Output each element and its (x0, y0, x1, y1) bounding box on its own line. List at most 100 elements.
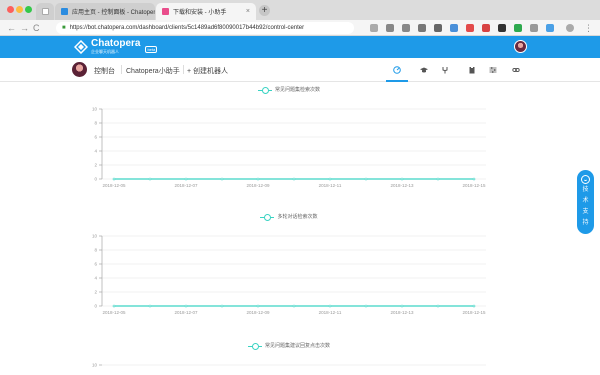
logo-text: Chatopera (91, 38, 141, 49)
breadcrumb-bot-name[interactable]: Chatopera小助手 (126, 66, 180, 76)
x-tick-label: 2018-12-09 (246, 310, 270, 315)
x-tick-label: 2018-12-05 (102, 310, 126, 315)
y-tick-label: 2 (94, 163, 97, 168)
line-chart: 10 8 6 4 2 0 2018-12-05 2018-12-07 2018-12-09 201… (92, 107, 486, 188)
address-bar-url: https://bot.chatopera.com/dashboard/clie… (69, 25, 305, 31)
browser-tab-blank[interactable] (36, 3, 54, 20)
lock-icon: ■ (62, 25, 66, 31)
chart-legend[interactable]: 常见问题集检索次数 (88, 86, 490, 94)
x-tick-label: 2018-12-15 (462, 310, 486, 315)
extension-icon[interactable] (466, 24, 474, 32)
bot-avatar (72, 62, 87, 77)
y-tick-label: 4 (94, 149, 97, 154)
bookmark-star-icon[interactable] (370, 24, 378, 32)
extension-icon[interactable] (450, 24, 458, 32)
data-point (364, 177, 368, 181)
dashboard-icon[interactable] (391, 64, 403, 75)
y-tick-label: 0 (94, 304, 97, 309)
browser-tab-title: 下载和安装 - 小助手 (173, 10, 227, 16)
data-point (184, 177, 188, 181)
tech-support-button[interactable]: 技 术 支 持 (577, 170, 594, 234)
x-tick-label: 2018-12-15 (462, 183, 486, 188)
extension-icon[interactable] (434, 24, 442, 32)
tab-favicon-icon (162, 8, 169, 15)
y-tick-label: 2 (94, 290, 97, 295)
legend-label: 多轮对话检索次数 (277, 214, 318, 220)
fork-icon[interactable] (439, 64, 451, 75)
x-tick-label: 2018-12-05 (102, 183, 126, 188)
create-bot-link[interactable]: + 创建机器人 (187, 66, 228, 76)
support-label-char: 持 (582, 220, 589, 226)
maximize-window-button[interactable] (25, 6, 32, 13)
reload-icon[interactable]: C (33, 22, 40, 34)
extension-icon[interactable] (530, 24, 538, 32)
data-point (328, 304, 332, 308)
x-tick-label: 2018-12-07 (174, 183, 198, 188)
legend-label: 常见问题集建议回复点击次数 (264, 343, 330, 349)
chatopera-logo[interactable]: Chatopera 企业聊天机器人 beta (74, 38, 158, 54)
logo-subtext: 企业聊天机器人 (91, 49, 119, 54)
data-point (472, 304, 476, 308)
browser-tab-2[interactable]: 下载和安装 - 小助手 × (156, 3, 256, 20)
support-label-char: 技 (582, 187, 589, 193)
legend-label: 常见问题集检索次数 (274, 87, 320, 93)
browser-tab-title: 应用主页 - 控制面板 - Chatopera (72, 10, 155, 16)
extension-icon[interactable] (386, 24, 394, 32)
minimize-window-button[interactable] (16, 6, 23, 13)
graduation-cap-icon[interactable] (418, 64, 430, 75)
breadcrumb-dashboard[interactable]: 控制台 (94, 66, 115, 76)
data-point (472, 177, 476, 181)
support-label-char: 术 (582, 198, 589, 204)
back-arrow-icon[interactable]: ← (7, 22, 16, 34)
user-avatar[interactable] (514, 40, 527, 53)
data-point (256, 304, 260, 308)
chart-multiturn-retrievals: 多轮对话检索次数 10 8 6 4 2 0 2018-12-05 2018-12-07 2018… (88, 211, 490, 323)
close-window-button[interactable] (7, 6, 14, 13)
y-tick-label: 4 (94, 276, 97, 281)
extension-icon[interactable] (514, 24, 522, 32)
data-point (256, 177, 260, 181)
y-tick-label: 6 (94, 262, 97, 267)
x-tick-label: 2018-12-09 (246, 183, 270, 188)
legend-line-icon (260, 213, 275, 221)
new-tab-button[interactable]: + (259, 5, 270, 16)
link-icon[interactable] (510, 64, 522, 75)
legend-line-icon (247, 342, 262, 350)
extension-icon[interactable] (402, 24, 410, 32)
chart-faq-suggestion-clicks: 常见问题集建议回复点击次数 10 (88, 340, 490, 375)
legend-line-icon (257, 86, 272, 94)
address-bar[interactable]: ■ https://bot.chatopera.com/dashboard/cl… (56, 22, 354, 34)
data-point (220, 177, 224, 181)
y-tick-label: 0 (94, 177, 97, 182)
data-point (400, 177, 404, 181)
data-point (292, 177, 296, 181)
forward-arrow-icon[interactable]: → (20, 22, 29, 34)
data-point (436, 304, 440, 308)
data-point (112, 304, 116, 308)
profile-icon[interactable] (566, 24, 574, 32)
chart-legend[interactable]: 多轮对话检索次数 (88, 213, 490, 221)
chart-legend[interactable]: 常见问题集建议回复点击次数 (88, 342, 490, 350)
x-tick-label: 2018-12-13 (390, 310, 414, 315)
browser-tab-1[interactable]: 应用主页 - 控制面板 - Chatopera (55, 3, 155, 20)
line-chart: 10 (92, 363, 486, 368)
breadcrumb-separator (121, 65, 122, 74)
extension-icon[interactable] (418, 24, 426, 32)
extension-icon[interactable] (498, 24, 506, 32)
data-point (292, 304, 296, 308)
data-point (364, 304, 368, 308)
data-point (400, 304, 404, 308)
support-label-char: 支 (582, 209, 589, 215)
sliders-icon[interactable] (487, 64, 499, 75)
beta-badge: beta (145, 46, 158, 53)
extension-icon[interactable] (482, 24, 490, 32)
data-point (112, 177, 116, 181)
clipboard-icon[interactable] (466, 64, 478, 75)
more-menu-icon[interactable]: ⋮ (584, 22, 593, 34)
extension-icon[interactable] (546, 24, 554, 32)
chat-smile-icon (581, 175, 590, 184)
close-tab-icon[interactable]: × (246, 8, 250, 15)
y-tick-label: 8 (94, 121, 97, 126)
y-tick-label: 10 (92, 234, 98, 239)
active-tab-indicator (386, 80, 408, 82)
